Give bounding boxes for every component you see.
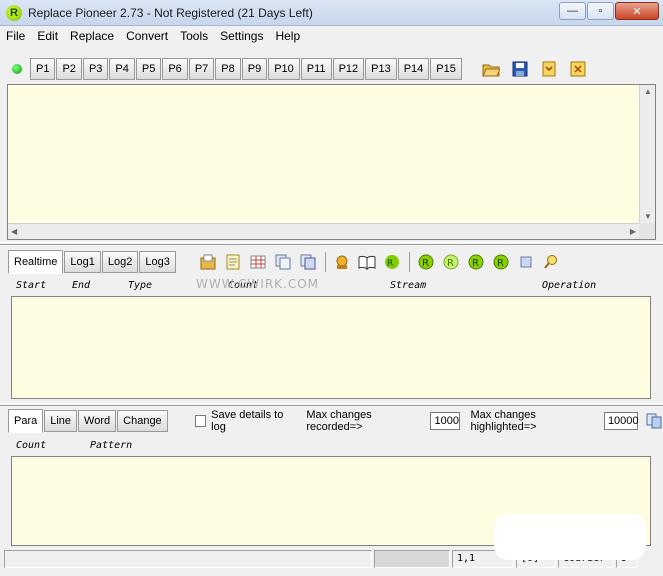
col-start: Start: [16, 280, 47, 291]
tab-p3[interactable]: P3: [82, 58, 109, 80]
tab-p6[interactable]: P6: [162, 58, 188, 80]
redaction-overlay: [494, 514, 646, 560]
tab-realtime[interactable]: Realtime: [8, 250, 64, 274]
svg-text:R: R: [472, 258, 479, 269]
max-recorded-label: Max changes recorded=>: [306, 409, 372, 433]
window-title: Replace Pioneer 2.73 - Not Registered (2…: [28, 6, 313, 20]
save-details-label: Save details to log: [211, 409, 284, 433]
log-hand-icon[interactable]: [333, 253, 351, 271]
open-folder-icon[interactable]: [481, 59, 501, 79]
tab-p5[interactable]: P5: [135, 58, 162, 80]
close-button[interactable]: ✕: [615, 2, 659, 20]
tab-log1[interactable]: Log1: [64, 251, 101, 273]
col-operation: Operation: [542, 280, 597, 291]
log-paste-icon[interactable]: [299, 253, 317, 271]
pattern-tab-bar: P1 P2 P3 P4 P5 P6 P7 P8 P9 P10 P11 P12 P…: [0, 55, 663, 83]
tab-word[interactable]: Word: [78, 410, 117, 432]
run-replace-batch-icon[interactable]: R: [492, 253, 510, 271]
col-end: End: [72, 280, 91, 291]
menu-tools[interactable]: Tools: [180, 29, 208, 43]
tab-p14[interactable]: P14: [397, 58, 430, 80]
vertical-scrollbar[interactable]: ▲ ▼: [639, 85, 655, 223]
log-pane[interactable]: [11, 296, 651, 399]
status-progress: [374, 550, 450, 568]
tab-p13[interactable]: P13: [365, 58, 397, 80]
splitter-top[interactable]: [0, 242, 663, 245]
tab-log3[interactable]: Log3: [139, 251, 176, 273]
stop-icon[interactable]: [517, 253, 535, 271]
tab-p8[interactable]: P8: [215, 58, 241, 80]
menu-convert[interactable]: Convert: [126, 29, 168, 43]
log-grid-icon[interactable]: [249, 253, 267, 271]
tab-p15[interactable]: P15: [430, 58, 462, 80]
menu-help[interactable]: Help: [275, 29, 300, 43]
horizontal-scrollbar[interactable]: ◀ ▶: [8, 223, 639, 239]
menu-edit[interactable]: Edit: [37, 29, 58, 43]
max-highlighted-input[interactable]: 10000: [603, 412, 639, 430]
tab-p4[interactable]: P4: [109, 58, 135, 80]
scroll-up-icon[interactable]: ▲: [644, 87, 652, 96]
tab-p9[interactable]: P9: [241, 58, 268, 80]
svg-text:R: R: [387, 259, 393, 269]
col-pattern: Pattern: [90, 440, 133, 451]
title-bar: R Replace Pioneer 2.73 - Not Registered …: [0, 0, 663, 26]
minimize-button[interactable]: —: [559, 2, 586, 20]
export-icon[interactable]: [568, 59, 588, 79]
max-recorded-input[interactable]: 1000: [430, 412, 461, 430]
run-replace-alt-icon[interactable]: R: [442, 253, 460, 271]
col-type: Type: [128, 280, 153, 291]
tab-p7[interactable]: P7: [188, 58, 215, 80]
search-icon[interactable]: [542, 253, 560, 271]
status-message: [4, 550, 372, 568]
log-tab-bar: Realtime Log1 Log2 Log3 R R R R R: [0, 248, 663, 276]
run-replace-icon[interactable]: R: [417, 253, 435, 271]
pattern-options-bar: Para Line Word Change Save details to lo…: [0, 409, 663, 433]
svg-text:R: R: [497, 258, 504, 269]
col-stream: Stream: [390, 280, 427, 291]
svg-text:R: R: [447, 258, 454, 269]
copy-icon[interactable]: [646, 412, 663, 430]
max-highlighted-label: Max changes highlighted=>: [470, 409, 537, 433]
tab-p11[interactable]: P11: [300, 58, 332, 80]
col-pattern-count: Count: [16, 440, 47, 451]
log-open-icon[interactable]: [199, 253, 217, 271]
tab-p2[interactable]: P2: [56, 58, 82, 80]
splitter-bottom[interactable]: [0, 403, 663, 406]
watermark: WWW.CWIRK.COM: [196, 277, 320, 291]
log-column-header: Start End Type Count Stream Operation: [14, 280, 654, 294]
app-icon: R: [6, 5, 22, 21]
scroll-left-icon[interactable]: ◀: [11, 227, 17, 236]
scroll-down-icon[interactable]: ▼: [644, 212, 652, 221]
tab-line[interactable]: Line: [44, 410, 78, 432]
toolbar-separator-2: [408, 252, 410, 272]
menu-bar: File Edit Replace Convert Tools Settings…: [0, 26, 663, 45]
tab-log2[interactable]: Log2: [101, 251, 139, 273]
log-fr-icon[interactable]: R: [383, 253, 401, 271]
toolbar-separator: [324, 252, 326, 272]
menu-settings[interactable]: Settings: [220, 29, 263, 43]
text-editor-pane[interactable]: ▲ ▼ ◀ ▶: [7, 84, 656, 240]
svg-text:R: R: [422, 258, 429, 269]
status-dot-icon: [12, 64, 22, 74]
log-new-icon[interactable]: [224, 253, 242, 271]
tab-para[interactable]: Para: [8, 409, 44, 433]
pattern-column-header: Count Pattern: [14, 440, 654, 454]
tab-p12[interactable]: P12: [332, 58, 365, 80]
tab-p1[interactable]: P1: [30, 58, 56, 80]
menu-file[interactable]: File: [6, 29, 25, 43]
save-details-checkbox[interactable]: [194, 415, 207, 427]
log-copy-icon[interactable]: [274, 253, 292, 271]
tab-p10[interactable]: P10: [268, 58, 300, 80]
scroll-right-icon[interactable]: ▶: [630, 227, 636, 236]
import-icon[interactable]: [539, 59, 559, 79]
tab-change[interactable]: Change: [117, 410, 168, 432]
save-icon[interactable]: [510, 59, 530, 79]
menu-replace[interactable]: Replace: [70, 29, 114, 43]
log-book-icon[interactable]: [358, 253, 376, 271]
maximize-button[interactable]: ▫: [587, 2, 614, 20]
run-replace-file-icon[interactable]: R: [467, 253, 485, 271]
scroll-corner: [639, 223, 655, 239]
